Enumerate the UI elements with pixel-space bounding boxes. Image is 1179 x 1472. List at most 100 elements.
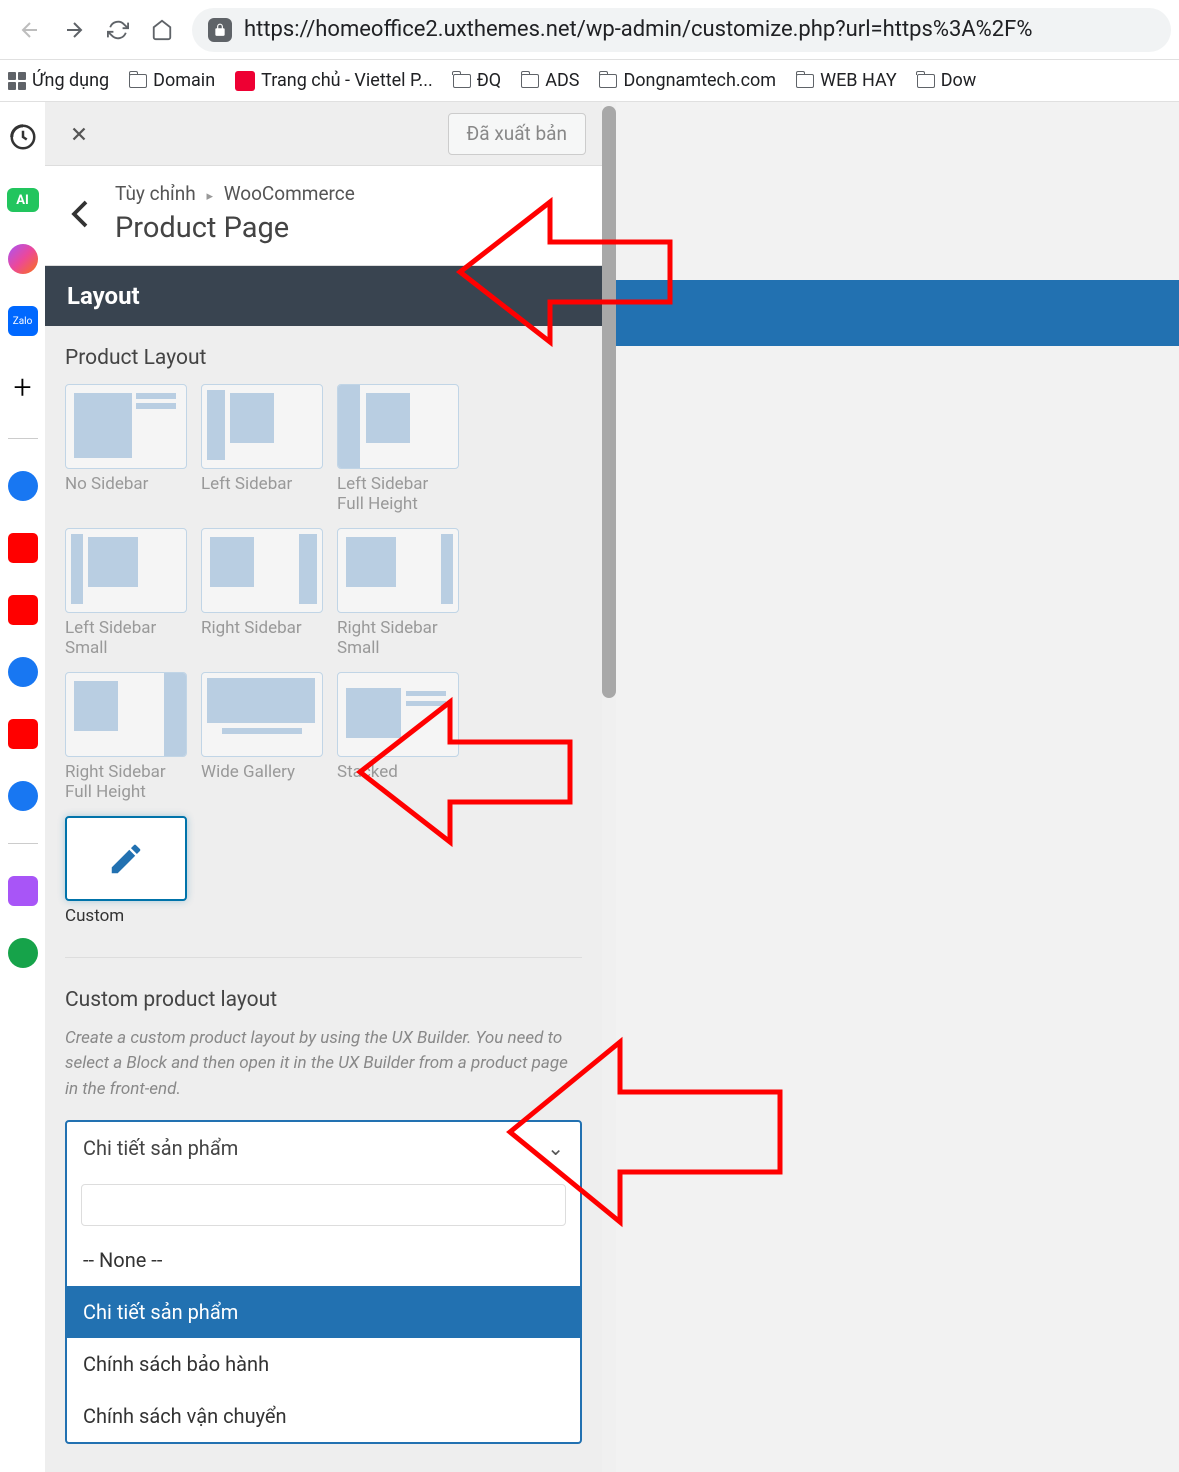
bookmark-dow[interactable]: Dow xyxy=(917,70,977,91)
layout-option-custom[interactable]: Custom xyxy=(65,816,187,927)
folder-icon xyxy=(917,74,935,88)
bookmark-viettel[interactable]: Trang chủ - Viettel P... xyxy=(235,70,433,91)
dropdown-selected[interactable]: Chi tiết sản phẩm ⌄ xyxy=(67,1122,580,1174)
bookmark-webhay[interactable]: WEB HAY xyxy=(796,70,897,91)
divider xyxy=(8,843,38,844)
preview-area xyxy=(616,102,1179,1472)
extension-sidebar: AI Zalo + xyxy=(0,102,45,1472)
url-bar[interactable]: https://homeoffice2.uxthemes.net/wp-admi… xyxy=(192,8,1171,52)
custom-layout-dropdown[interactable]: Chi tiết sản phẩm ⌄ -- None -- Chi tiết … xyxy=(65,1120,582,1444)
browser-toolbar: https://homeoffice2.uxthemes.net/wp-admi… xyxy=(0,0,1179,60)
bookmark-dq[interactable]: ĐQ xyxy=(453,70,501,91)
custom-layout-section: Custom product layout Create a custom pr… xyxy=(45,968,602,1465)
youtube-icon[interactable] xyxy=(8,533,38,563)
divider xyxy=(65,957,582,958)
layout-option-wide-gallery[interactable]: Wide Gallery xyxy=(201,672,323,802)
folder-icon xyxy=(521,74,539,88)
layout-option-right-sidebar-small[interactable]: Right Sidebar Small xyxy=(337,528,459,658)
bookmark-label: Ứng dụng xyxy=(32,70,109,91)
youtube-icon-3[interactable] xyxy=(8,719,38,749)
folder-icon xyxy=(796,74,814,88)
layout-header: Layout xyxy=(45,266,602,326)
green-icon[interactable] xyxy=(8,938,38,968)
layout-option-left-sidebar[interactable]: Left Sidebar xyxy=(201,384,323,514)
bookmark-label: Dow xyxy=(941,70,977,91)
add-icon[interactable]: + xyxy=(13,368,31,406)
dropdown-selected-label: Chi tiết sản phẩm xyxy=(83,1136,238,1160)
facebook-icon-2[interactable] xyxy=(8,657,38,687)
bookmark-label: Dongnamtech.com xyxy=(623,70,776,91)
dropdown-option-baohanh[interactable]: Chính sách bảo hành xyxy=(67,1338,580,1390)
nav-home-button[interactable] xyxy=(140,8,184,52)
folder-icon xyxy=(599,74,617,88)
dropdown-option-none[interactable]: -- None -- xyxy=(67,1234,580,1286)
folder-icon xyxy=(453,74,471,88)
breadcrumb-root[interactable]: Tùy chỉnh xyxy=(115,182,196,205)
bookmarks-bar: Ứng dụng Domain Trang chủ - Viettel P...… xyxy=(0,60,1179,102)
product-layout-title: Product Layout xyxy=(65,346,582,370)
messenger-icon[interactable] xyxy=(8,244,38,274)
dropdown-search-input[interactable] xyxy=(81,1184,566,1226)
page-title: Product Page xyxy=(115,211,582,245)
youtube-icon-2[interactable] xyxy=(8,595,38,625)
layout-option-stacked[interactable]: Stacked xyxy=(337,672,459,802)
bookmark-label: WEB HAY xyxy=(820,70,897,91)
layout-option-label: Right Sidebar Small xyxy=(337,619,459,658)
layout-option-right-sidebar[interactable]: Right Sidebar xyxy=(201,528,323,658)
layout-option-label: No Sidebar xyxy=(65,475,187,495)
url-text: https://homeoffice2.uxthemes.net/wp-admi… xyxy=(244,17,1032,42)
layout-option-label: Left Sidebar xyxy=(201,475,323,495)
bookmark-label: Domain xyxy=(153,70,215,91)
bookmark-label: Trang chủ - Viettel P... xyxy=(261,70,433,91)
publish-button[interactable]: Đã xuất bản xyxy=(448,113,586,155)
facebook-icon[interactable] xyxy=(8,471,38,501)
nav-forward-button[interactable] xyxy=(52,8,96,52)
bookmark-ads[interactable]: ADS xyxy=(521,70,579,91)
bookmark-apps[interactable]: Ứng dụng xyxy=(8,70,109,91)
custom-layout-description: Create a custom product layout by using … xyxy=(65,1026,582,1103)
dropdown-option-vanchuyen[interactable]: Chính sách vận chuyển xyxy=(67,1390,580,1442)
layout-option-label: Left Sidebar Full Height xyxy=(337,475,459,514)
chevron-down-icon: ⌄ xyxy=(547,1136,564,1160)
layout-option-label: Left Sidebar Small xyxy=(65,619,187,658)
layout-option-left-sidebar-small[interactable]: Left Sidebar Small xyxy=(65,528,187,658)
scrollbar[interactable] xyxy=(602,102,616,1472)
layout-option-label: Wide Gallery xyxy=(201,763,323,783)
dropdown-options: -- None -- Chi tiết sản phẩm Chính sách … xyxy=(67,1234,580,1442)
divider xyxy=(8,438,38,439)
bookmark-label: ADS xyxy=(545,70,579,91)
facebook-icon-3[interactable] xyxy=(8,781,38,811)
folder-icon xyxy=(129,74,147,88)
bookmark-dongnamtech[interactable]: Dongnamtech.com xyxy=(599,70,776,91)
panel-top-bar: Đã xuất bản xyxy=(45,102,602,166)
layout-option-label: Stacked xyxy=(337,763,459,783)
breadcrumb-parent[interactable]: WooCommerce xyxy=(224,182,355,205)
nav-back-button[interactable] xyxy=(8,8,52,52)
layout-option-no-sidebar[interactable]: No Sidebar xyxy=(65,384,187,514)
custom-layout-title: Custom product layout xyxy=(65,988,582,1012)
viettel-icon xyxy=(235,71,255,91)
layout-option-left-sidebar-full[interactable]: Left Sidebar Full Height xyxy=(337,384,459,514)
history-icon[interactable] xyxy=(8,122,38,156)
customizer-panel: Đã xuất bản Tùy chỉnh ▸ WooCommerce Prod… xyxy=(45,102,602,1472)
layout-option-right-sidebar-full[interactable]: Right Sidebar Full Height xyxy=(65,672,187,802)
zalo-icon[interactable]: Zalo xyxy=(8,306,38,336)
dropdown-option-chitiet[interactable]: Chi tiết sản phẩm xyxy=(67,1286,580,1338)
caret-icon: ▸ xyxy=(206,189,213,204)
back-button[interactable] xyxy=(45,182,115,245)
layout-options-grid: No Sidebar Left Sidebar Left Sidebar Ful… xyxy=(65,384,582,927)
layout-option-label: Custom xyxy=(65,907,187,927)
lock-icon xyxy=(208,18,232,42)
close-button[interactable] xyxy=(61,116,97,152)
breadcrumb-path: Tùy chỉnh ▸ WooCommerce xyxy=(115,182,582,205)
scrollbar-thumb[interactable] xyxy=(602,106,616,698)
agoda-icon[interactable] xyxy=(8,876,38,906)
nav-reload-button[interactable] xyxy=(96,8,140,52)
bookmark-domain[interactable]: Domain xyxy=(129,70,215,91)
ai-badge-icon[interactable]: AI xyxy=(7,188,39,212)
breadcrumb-section: Tùy chỉnh ▸ WooCommerce Product Page xyxy=(45,166,602,266)
layout-option-label: Right Sidebar xyxy=(201,619,323,639)
layout-option-label: Right Sidebar Full Height xyxy=(65,763,187,802)
preview-header-bar xyxy=(616,280,1179,346)
product-layout-section: Product Layout No Sidebar Left Sidebar L… xyxy=(45,326,602,947)
